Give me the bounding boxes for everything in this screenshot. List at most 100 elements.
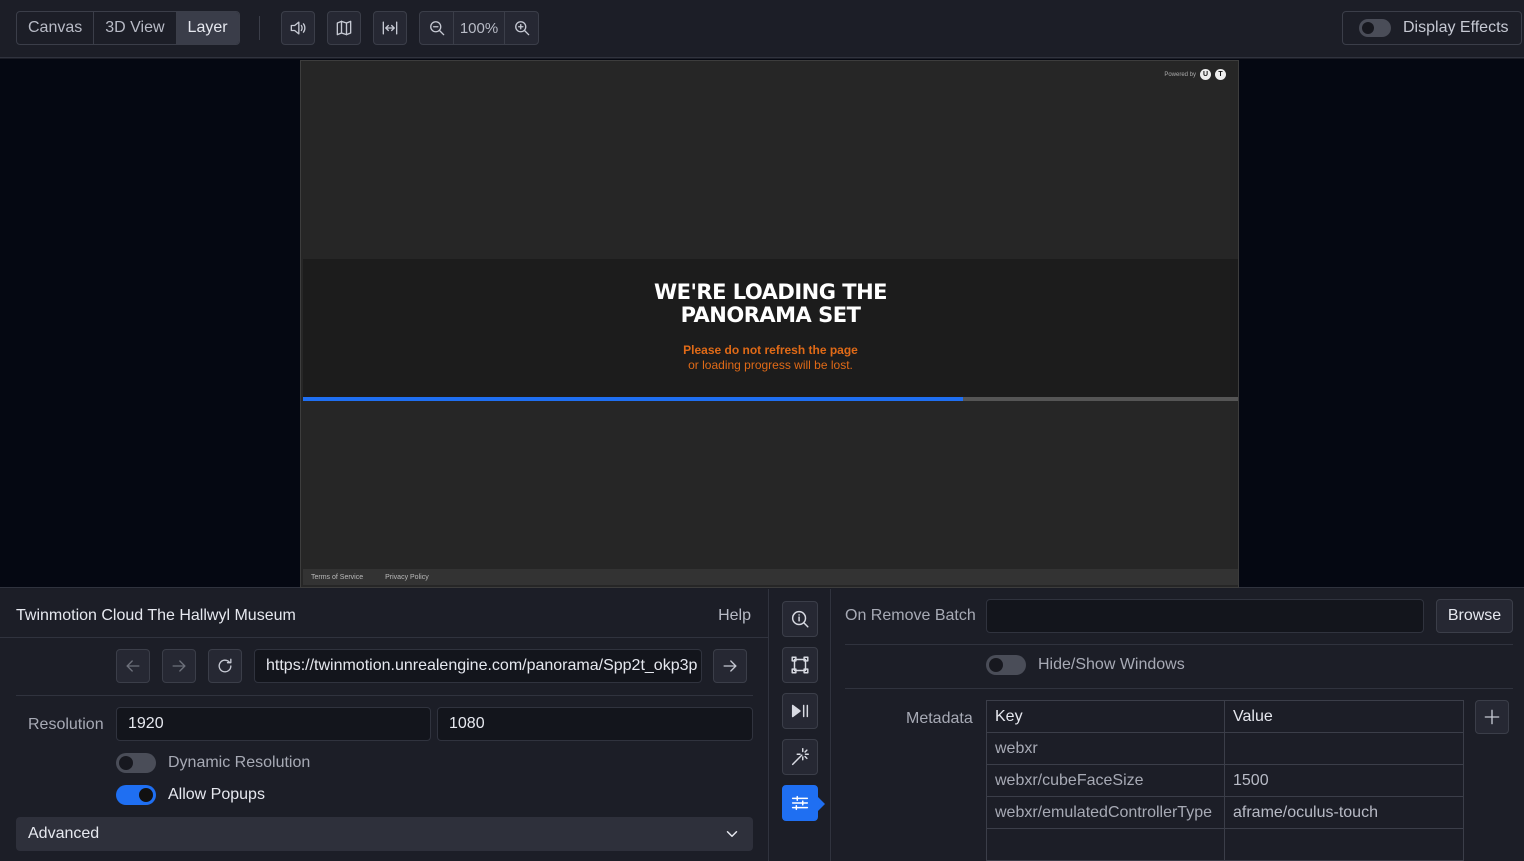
advanced-section-header[interactable]: Advanced [16,817,753,851]
audio-button[interactable] [281,11,315,45]
table-row[interactable]: webxr [986,732,1464,765]
transform-icon [791,656,809,674]
display-effects-toggle[interactable]: Display Effects [1342,11,1522,45]
map-icon [336,20,352,36]
display-effects-label: Display Effects [1403,19,1509,36]
privacy-policy-link[interactable]: Privacy Policy [385,574,429,581]
inspect-button[interactable] [782,601,818,637]
forward-arrow-icon [172,660,186,672]
browse-button[interactable]: Browse [1436,599,1513,633]
panel-title: Twinmotion Cloud The Hallwyl Museum [16,607,296,624]
advanced-label: Advanced [28,825,100,842]
on-remove-batch-label: On Remove Batch [845,607,976,624]
tab-layer[interactable]: Layer [176,12,239,44]
metadata-table: Key Value webxr webxr/cubeFaceSize 1500 … [986,700,1464,861]
divider [845,688,1513,689]
hide-show-windows-label: Hide/Show Windows [1038,656,1185,673]
property-sidebar [770,589,831,861]
effects-button[interactable] [782,739,818,775]
twinmotion-logo-icon: T [1215,69,1226,80]
preview-footer: Terms of Service Privacy Policy [303,569,1238,585]
add-metadata-button[interactable] [1475,700,1509,734]
metadata-header-row: Key Value [986,700,1464,733]
divider [845,644,1513,645]
allow-popups-label: Allow Popups [168,786,265,803]
help-link[interactable]: Help [718,607,751,625]
table-row[interactable]: webxr/cubeFaceSize 1500 [986,764,1464,797]
metadata-value-cell[interactable]: aframe/oculus-touch [1224,796,1464,829]
divider [0,637,769,638]
tab-3d-view[interactable]: 3D View [94,12,177,44]
zoom-level: 100% [453,12,505,44]
metadata-value-cell[interactable] [1224,828,1464,861]
properties-panel: On Remove Batch Browse Hide/Show Windows… [832,589,1524,861]
metadata-key-header: Key [986,700,1225,733]
metadata-value-cell[interactable] [1224,732,1464,765]
zoom-in-button[interactable] [505,12,538,44]
dynamic-resolution-toggle[interactable] [116,753,156,773]
loading-title: WE'RE LOADING THE PANORAMA SET [653,280,888,327]
powered-by-label: Powered by [1164,71,1196,78]
metadata-key-cell[interactable] [986,828,1225,861]
plus-icon [1484,709,1500,725]
unreal-logo-icon: U [1200,69,1211,80]
map-button[interactable] [327,11,361,45]
metadata-key-cell[interactable]: webxr [986,732,1225,765]
magic-wand-icon [791,748,809,766]
settings-button[interactable] [782,785,825,821]
zoom-out-button[interactable] [420,12,453,44]
dynamic-resolution-label: Dynamic Resolution [168,754,311,771]
forward-button[interactable] [162,649,196,683]
allow-popups-toggle[interactable] [116,785,156,805]
url-field[interactable]: https://twinmotion.unrealengine.com/pano… [254,649,702,683]
table-row[interactable]: webxr/emulatedControllerType aframe/ocul… [986,796,1464,829]
metadata-key-cell[interactable]: webxr/cubeFaceSize [986,764,1225,797]
metadata-value-header: Value [1224,700,1464,733]
reload-button[interactable] [208,649,242,683]
zoom-out-icon [429,21,444,36]
top-toolbar: Canvas 3D View Layer 100% Display Effect… [0,0,1524,58]
reload-icon [218,658,232,673]
layer-settings-panel: Twinmotion Cloud The Hallwyl Museum Help… [0,589,769,861]
metadata-value-cell[interactable]: 1500 [1224,764,1464,797]
loading-panel: WE'RE LOADING THE PANORAMA SET Please do… [303,259,1238,398]
fit-width-button[interactable] [373,11,407,45]
tab-canvas[interactable]: Canvas [17,12,95,44]
zoom-control: 100% [419,11,539,45]
resolution-width-field[interactable]: 1920 [116,707,431,741]
metadata-label: Metadata [906,710,973,727]
resolution-label: Resolution [28,716,104,733]
back-button[interactable] [116,649,150,683]
fit-width-icon [382,21,398,35]
info-search-icon [791,610,809,628]
transform-button[interactable] [782,647,818,683]
speaker-icon [290,21,306,35]
sliders-icon [791,795,809,811]
loading-progress-bar [303,397,1238,401]
loading-warning-line2: or loading progress will be lost. [688,358,853,372]
terms-of-service-link[interactable]: Terms of Service [311,574,363,581]
powered-by: Powered by U T [1164,69,1226,80]
allow-popups-row: Allow Popups [116,785,265,805]
go-button[interactable] [713,649,747,683]
zoom-in-icon [514,21,529,36]
resolution-height-field[interactable]: 1080 [437,707,753,741]
table-row[interactable] [986,828,1464,861]
divider [16,695,753,696]
hide-show-windows-row: Hide/Show Windows [986,655,1185,675]
web-layer-preview[interactable]: Powered by U T WE'RE LOADING THE PANORAM… [300,60,1239,588]
loading-warning-line1: Please do not refresh the page [683,343,858,357]
display-effects-switch[interactable] [1359,19,1391,37]
go-arrow-icon [723,660,737,672]
chevron-down-icon [726,831,738,837]
loading-progress-fill [303,397,964,401]
play-pause-icon [791,704,809,718]
back-arrow-icon [126,660,140,672]
on-remove-batch-field[interactable] [986,599,1424,633]
media-button[interactable] [782,693,818,729]
hide-show-windows-toggle[interactable] [986,655,1026,675]
view-mode-tabs: Canvas 3D View Layer [16,11,240,45]
toolbar-divider [259,16,260,40]
metadata-key-cell[interactable]: webxr/emulatedControllerType [986,796,1225,829]
dynamic-resolution-row: Dynamic Resolution [116,753,310,773]
